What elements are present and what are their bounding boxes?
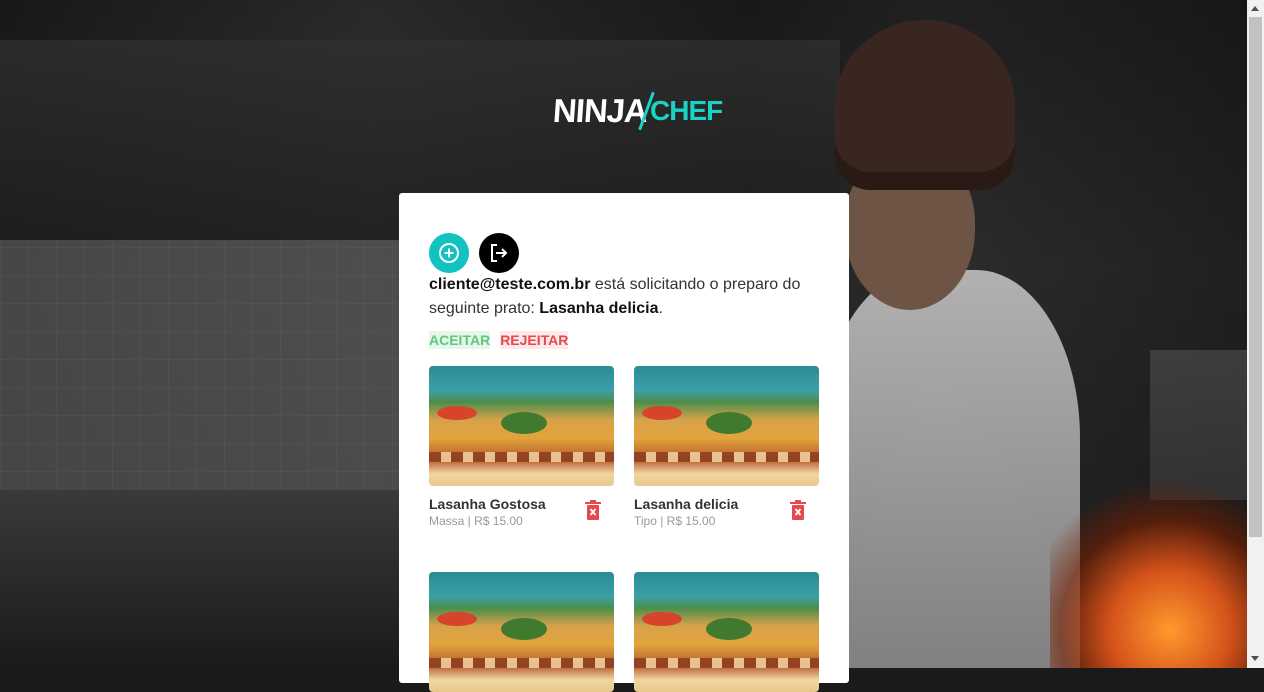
plus-circle-icon [439, 243, 459, 263]
logout-button[interactable] [479, 233, 519, 273]
photo-basil [706, 618, 752, 640]
photo-tomato [642, 406, 682, 420]
requested-dish: Lasanha delicia [539, 300, 659, 317]
dish-photo [429, 366, 614, 486]
dish-photo [634, 572, 819, 692]
request-end: . [658, 300, 663, 317]
photo-basil [501, 412, 547, 434]
chef-hat [835, 20, 1015, 190]
photo-tomato [437, 406, 477, 420]
photo-basil [706, 412, 752, 434]
page-scrollbar[interactable] [1247, 0, 1264, 668]
trash-icon[interactable] [789, 500, 807, 520]
dish-card: Lasanha delicia Tipo | R$ 15.00 [634, 366, 819, 528]
logo-chef: CHEF [650, 95, 723, 126]
request-actions: ACEITAR REJEITAR [429, 331, 569, 349]
dish-card: Lasanha Gostosa Massa | R$ 15.00 [429, 366, 614, 528]
add-dish-button[interactable] [429, 233, 469, 273]
photo-tomato [437, 612, 477, 626]
photo-tomato [642, 612, 682, 626]
requester-email: cliente@teste.com.br [429, 276, 591, 293]
trash-icon[interactable] [584, 500, 602, 520]
logo-ninja: NINJA [551, 92, 649, 129]
logout-icon [491, 244, 508, 262]
stove-fire [1050, 470, 1247, 668]
photo-layers [634, 452, 819, 462]
dish-photo [429, 572, 614, 692]
reject-button[interactable]: REJEITAR [500, 331, 569, 349]
dish-photo [634, 366, 819, 486]
scroll-up-icon[interactable] [1251, 6, 1259, 11]
ninjachef-logo: NINJA CHEF [551, 88, 723, 134]
scrollbar-thumb[interactable] [1249, 17, 1262, 537]
photo-layers [429, 658, 614, 668]
kitchen-stove [0, 490, 400, 668]
kitchen-tiles [0, 240, 420, 500]
accept-button[interactable]: ACEITAR [429, 331, 491, 349]
order-request-message: cliente@teste.com.br está solicitando o … [429, 273, 819, 321]
scroll-down-icon[interactable] [1251, 656, 1259, 661]
photo-layers [634, 658, 819, 668]
dish-card [429, 572, 614, 692]
photo-basil [501, 618, 547, 640]
photo-layers [429, 452, 614, 462]
chef-body [820, 270, 1080, 668]
dish-card [634, 572, 819, 692]
requests-card: cliente@teste.com.br está solicitando o … [399, 193, 849, 692]
